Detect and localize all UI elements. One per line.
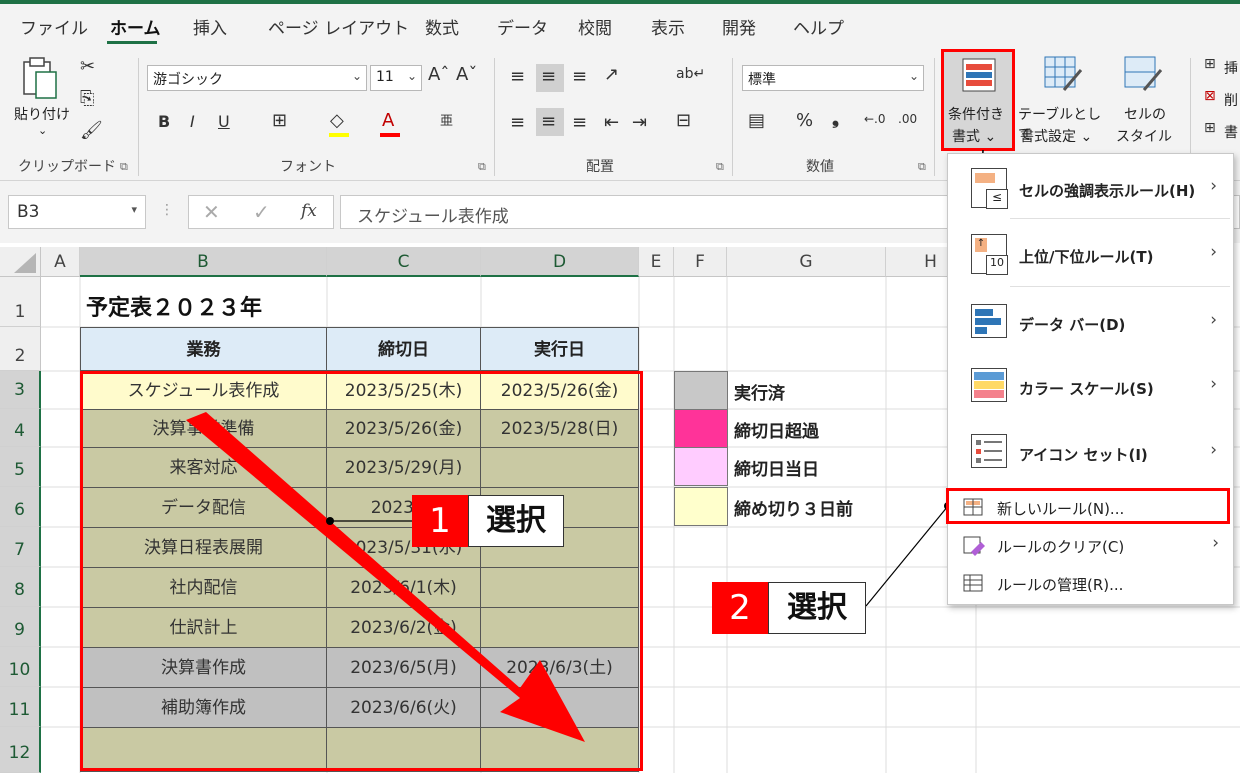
callout-1-number: 1 [412,495,468,547]
menu-item-manage-rules[interactable]: ルールの管理(R)... [955,566,1225,600]
color-scales-label: カラー スケール(S) [1019,380,1154,398]
data-bars-label: データ バー(D) [1019,316,1126,334]
chevron-right-icon: › [1210,310,1217,330]
menu-item-color-scales[interactable]: カラー スケール(S) › [965,358,1225,416]
new-rule-label: 新しいルール(N)... [997,500,1125,518]
icon-sets-icon [971,434,1007,468]
menu-item-new-rule[interactable]: 新しいルール(N)... [955,490,1225,524]
chevron-right-icon: › [1210,440,1217,460]
chevron-right-icon: › [1210,242,1217,262]
new-rule-icon [963,498,983,516]
chevron-right-icon: › [1210,176,1217,196]
top-bottom-rules-label: 上位/下位ルール(T) [1019,248,1154,266]
menu-item-highlight-rules[interactable]: ≤ セルの強調表示ルール(H) › [965,160,1225,218]
clear-rules-label: ルールのクリア(C) [997,538,1125,556]
data-bars-icon [971,304,1007,338]
callout-1-text: 選択 [468,495,564,547]
callout-2-number: 2 [712,582,768,634]
menu-item-clear-rules[interactable]: ルールのクリア(C) › [955,528,1225,562]
menu-separator [1010,286,1230,287]
highlight-rules-icon: ≤ [971,168,1008,209]
chevron-right-icon: › [1212,533,1219,553]
callout-2-text: 選択 [768,582,866,634]
clear-rules-icon [963,536,985,556]
red-arrow-icon [186,412,585,742]
icon-sets-label: アイコン セット(I) [1019,446,1148,464]
manage-rules-icon [963,574,983,592]
menu-separator [1010,218,1230,219]
chevron-right-icon: › [1210,374,1217,394]
menu-item-data-bars[interactable]: データ バー(D) › [965,294,1225,352]
menu-item-icon-sets[interactable]: アイコン セット(I) › [965,424,1225,482]
manage-rules-label: ルールの管理(R)... [997,576,1124,594]
color-scales-icon [971,368,1007,402]
menu-item-top-bottom-rules[interactable]: ↑ 10 上位/下位ルール(T) › [965,226,1225,284]
highlight-rules-label: セルの強調表示ルール(H) [1019,182,1196,200]
top-bottom-rules-icon: ↑ 10 [971,234,1008,275]
